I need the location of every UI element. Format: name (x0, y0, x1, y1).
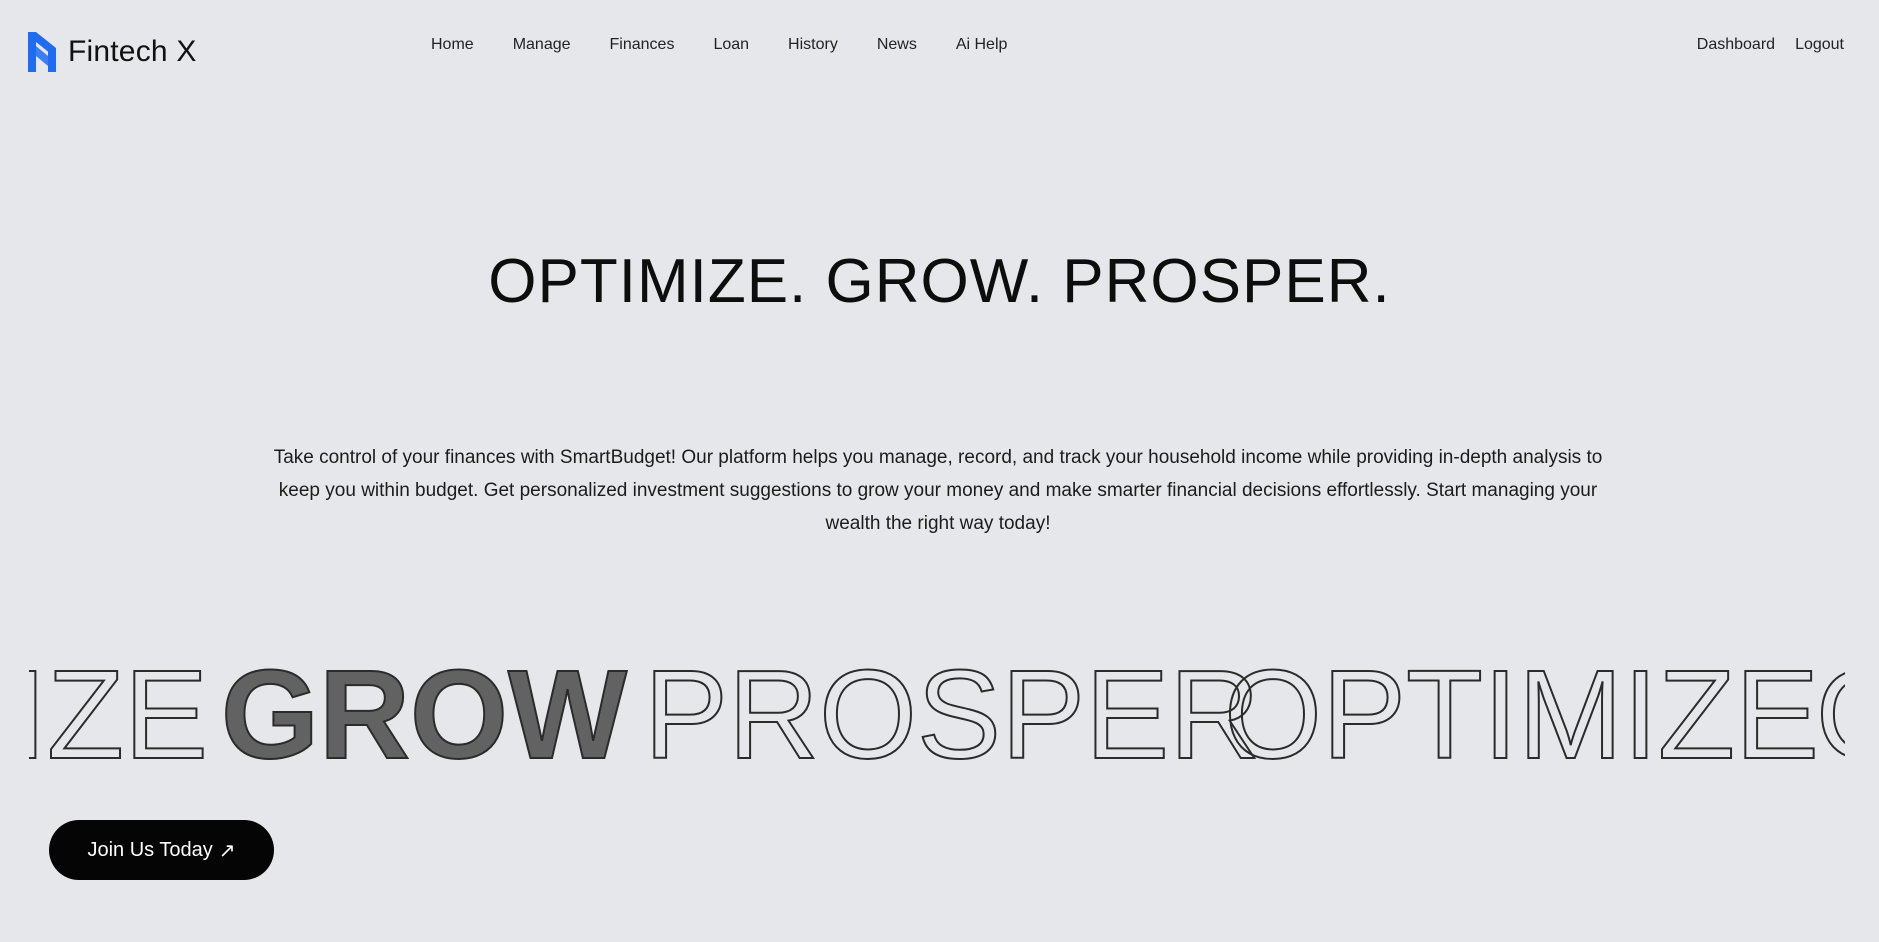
nav-item-loan[interactable]: Loan (713, 36, 749, 54)
marquee-word-prosper: PROSPER (644, 644, 1260, 780)
hero-title: OPTIMIZE. GROW. PROSPER. (488, 247, 1391, 316)
nav-item-manage[interactable]: Manage (513, 36, 571, 54)
cta-label: Join Us Today (87, 838, 213, 861)
nav-item-home[interactable]: Home (431, 36, 474, 54)
marquee-word-optimize: OPTIMIZE (1224, 644, 1819, 780)
scrolling-words-marquee: IZE GROW PROSPER OPTIMIZE O (29, 640, 1845, 780)
auth-links: Dashboard Logout (1697, 36, 1844, 54)
dashboard-link[interactable]: Dashboard (1697, 36, 1775, 54)
hero-description: Take control of your finances with Smart… (273, 447, 1603, 534)
top-navbar: Fintech X Home Manage Finances Loan Hist… (0, 0, 1879, 96)
logout-link[interactable]: Logout (1795, 36, 1844, 54)
nav-item-finances[interactable]: Finances (610, 36, 675, 54)
arrow-up-right-icon: ↗ (218, 839, 236, 862)
marquee-word-ize: IZE (29, 644, 208, 780)
brand[interactable]: Fintech X (28, 32, 197, 72)
nav-item-ai-help[interactable]: Ai Help (956, 36, 1008, 54)
nav-item-news[interactable]: News (877, 36, 917, 54)
marquee-word-o-partial: O (1816, 644, 1845, 780)
marquee-word-grow: GROW (221, 644, 627, 780)
landing-page: Fintech X Home Manage Finances Loan Hist… (0, 0, 1879, 942)
fintech-x-logo-icon (28, 32, 56, 72)
brand-name: Fintech X (68, 35, 197, 68)
join-us-today-button[interactable]: Join Us Today ↗ (49, 820, 274, 880)
nav-item-history[interactable]: History (788, 36, 838, 54)
main-nav: Home Manage Finances Loan History News A… (431, 36, 1046, 54)
marquee-svg: IZE GROW PROSPER OPTIMIZE O (29, 643, 1845, 780)
